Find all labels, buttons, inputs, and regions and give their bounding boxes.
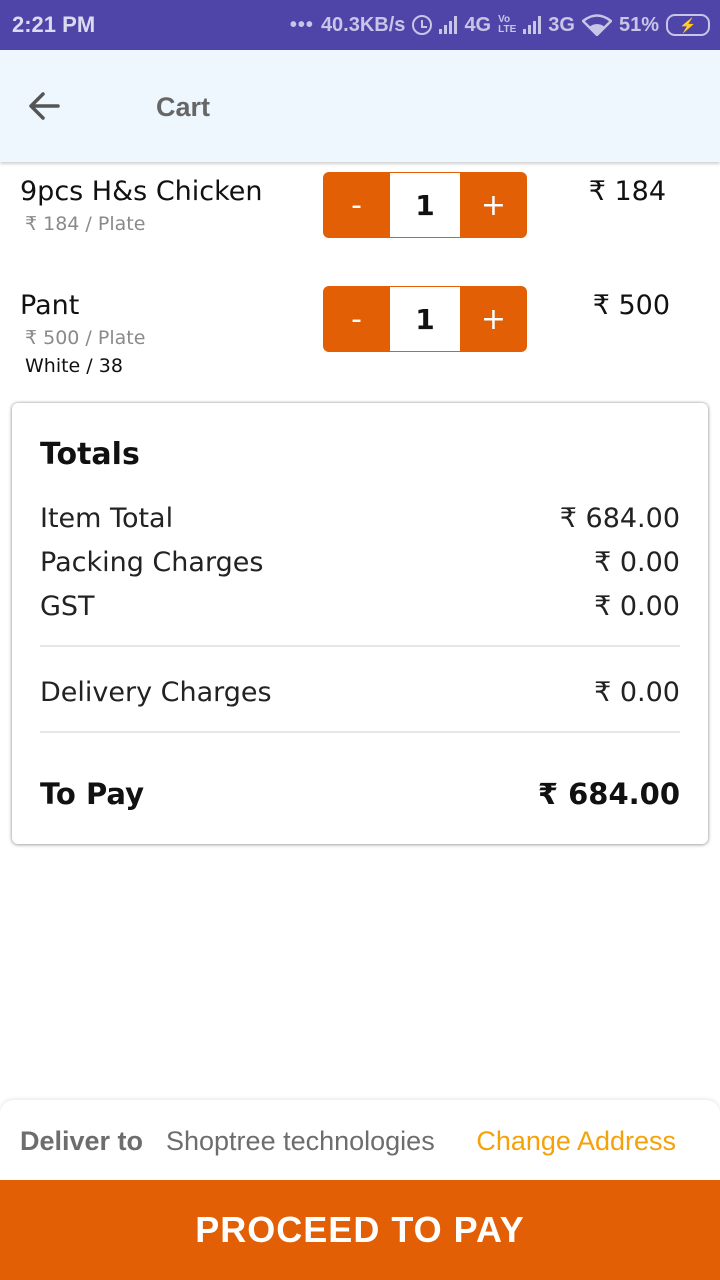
battery-charging-icon: ⚡ bbox=[666, 14, 710, 36]
to-pay-row: To Pay ₹ 684.00 bbox=[40, 777, 680, 811]
item-name: Pant bbox=[20, 290, 80, 321]
item-price: ₹ 500 bbox=[592, 290, 670, 321]
to-pay-value: ₹ 684.00 bbox=[537, 777, 680, 811]
battery-percent: 51% bbox=[618, 13, 659, 36]
delivery-charges-row: Delivery Charges ₹ 0.00 bbox=[40, 677, 680, 708]
signal-icon bbox=[439, 16, 458, 34]
packing-charges-label: Packing Charges bbox=[40, 547, 264, 578]
item-price: ₹ 184 bbox=[588, 176, 666, 207]
notification-dots-icon: ••• bbox=[289, 13, 314, 36]
gst-row: GST ₹ 0.00 bbox=[40, 591, 680, 622]
decrease-button[interactable]: - bbox=[323, 286, 390, 352]
item-unit-price: ₹ 500 / Plate bbox=[25, 327, 146, 349]
totals-heading: Totals bbox=[40, 437, 140, 472]
network-3g: 3G bbox=[548, 13, 575, 36]
item-total-value: ₹ 684.00 bbox=[559, 503, 680, 534]
delivery-charges-value: ₹ 0.00 bbox=[594, 677, 680, 708]
signal-icon-2 bbox=[523, 16, 542, 34]
gst-value: ₹ 0.00 bbox=[594, 591, 680, 622]
back-arrow-icon[interactable] bbox=[24, 86, 64, 126]
increase-button[interactable]: + bbox=[460, 286, 527, 352]
to-pay-label: To Pay bbox=[40, 777, 145, 811]
proceed-to-pay-button[interactable]: PROCEED TO PAY bbox=[0, 1180, 720, 1280]
status-icons: ••• 40.3KB/s 4G Vo LTE 3G 51% ⚡ bbox=[290, 10, 710, 40]
item-total-row: Item Total ₹ 684.00 bbox=[40, 503, 680, 534]
status-bar: 2:21 PM ••• 40.3KB/s 4G Vo LTE 3G 51% ⚡ bbox=[0, 0, 720, 50]
quantity-stepper: - 1 + bbox=[323, 172, 527, 238]
status-time: 2:21 PM bbox=[12, 12, 96, 37]
app-header: Cart bbox=[0, 50, 720, 162]
divider bbox=[40, 731, 680, 733]
packing-charges-value: ₹ 0.00 bbox=[594, 547, 680, 578]
item-unit-price: ₹ 184 / Plate bbox=[25, 213, 146, 235]
deliver-to-label: Deliver to bbox=[20, 1126, 144, 1156]
increase-button[interactable]: + bbox=[460, 172, 527, 238]
gst-label: GST bbox=[40, 591, 95, 622]
wifi-icon bbox=[581, 14, 612, 36]
quantity-stepper: - 1 + bbox=[323, 286, 527, 352]
packing-charges-row: Packing Charges ₹ 0.00 bbox=[40, 547, 680, 578]
page-title: Cart bbox=[156, 92, 211, 122]
totals-card: Totals Item Total ₹ 684.00 Packing Charg… bbox=[12, 403, 708, 844]
net-speed: 40.3KB/s bbox=[320, 13, 406, 36]
item-variant: White / 38 bbox=[25, 355, 123, 377]
network-4g: 4G bbox=[464, 13, 492, 36]
delivery-address-bar: Deliver to Shoptree technologies Change … bbox=[0, 1100, 720, 1182]
decrease-button[interactable]: - bbox=[323, 172, 390, 238]
change-address-link[interactable]: Change Address bbox=[476, 1126, 676, 1157]
item-name: 9pcs H&s Chicken bbox=[20, 176, 263, 207]
quantity-value: 1 bbox=[390, 287, 460, 351]
item-total-label: Item Total bbox=[40, 503, 174, 534]
quantity-value: 1 bbox=[390, 173, 460, 237]
volte-bottom: LTE bbox=[498, 24, 517, 35]
divider bbox=[40, 645, 680, 647]
delivery-address: Shoptree technologies bbox=[166, 1126, 435, 1156]
delivery-charges-label: Delivery Charges bbox=[40, 677, 272, 708]
alarm-icon bbox=[412, 15, 433, 35]
volte-icon: Vo LTE bbox=[498, 15, 516, 35]
